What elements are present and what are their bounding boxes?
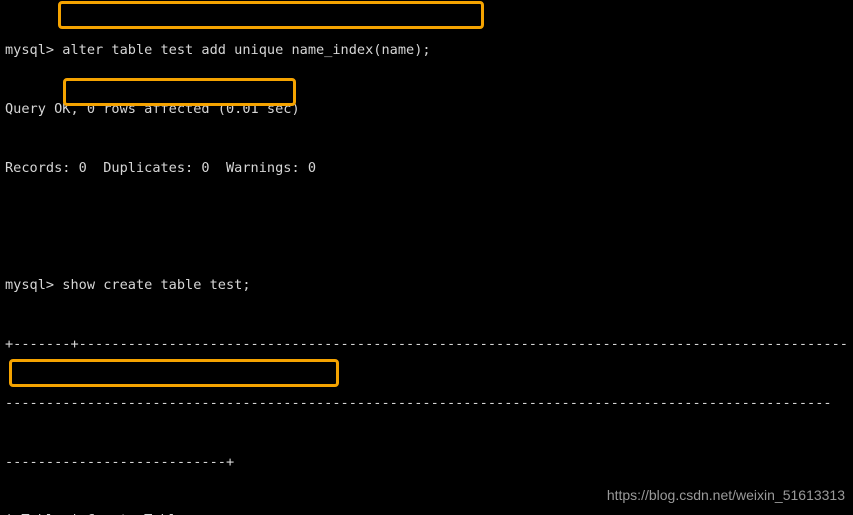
terminal-line: ----------------------------------------… <box>5 394 832 411</box>
terminal-line: mysql> alter table test add unique name_… <box>5 42 431 59</box>
terminal-window[interactable]: mysql> alter table test add unique name_… <box>0 0 853 515</box>
terminal-line: Records: 0 Duplicates: 0 Warnings: 0 <box>5 159 316 176</box>
terminal-line: ---------------------------+ <box>5 453 235 470</box>
terminal-line: +-------+-------------------------------… <box>5 336 848 353</box>
terminal-line: mysql> show create table test; <box>5 277 251 294</box>
terminal-line: | Table | Create Table <box>5 511 853 515</box>
watermark-url: https://blog.csdn.net/weixin_51613313 <box>606 487 845 504</box>
terminal-line: Query OK, 0 rows affected (0.01 sec) <box>5 100 300 117</box>
terminal-output: mysql> alter table test add unique name_… <box>5 2 853 515</box>
